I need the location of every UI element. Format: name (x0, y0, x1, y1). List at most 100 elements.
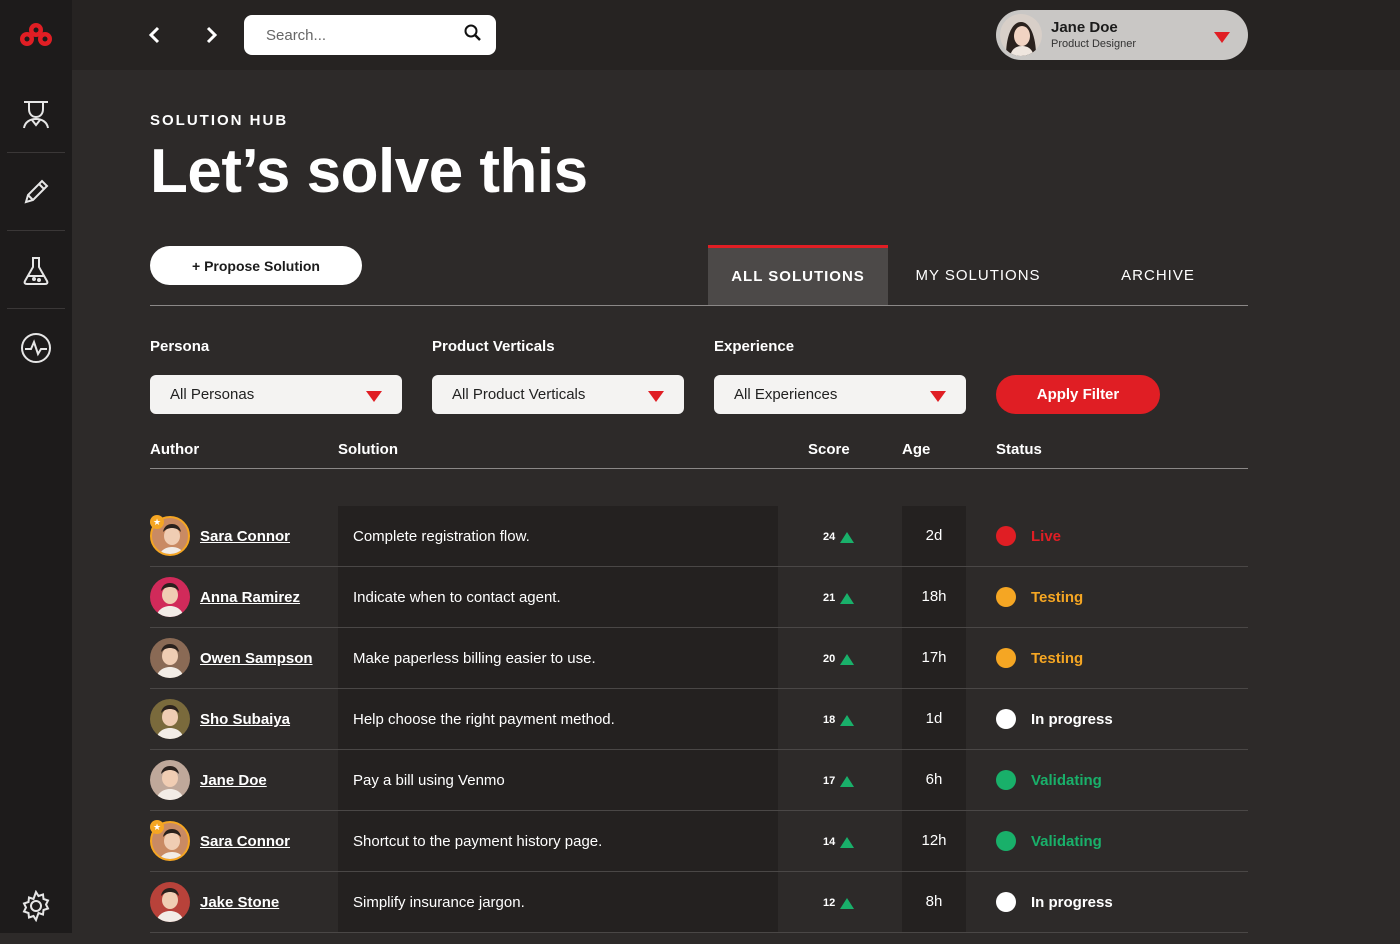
page-title: Let’s solve this (150, 137, 588, 206)
search-input[interactable] (264, 25, 464, 45)
tab-my-solutions[interactable]: MY SOLUTIONS (888, 245, 1068, 305)
user-menu[interactable]: Jane Doe Product Designer (996, 10, 1248, 60)
table-row[interactable]: Anna Ramirez Indicate when to contact age… (150, 567, 1248, 628)
divider (150, 305, 1248, 306)
chevron-down-icon (930, 389, 946, 406)
upvote-icon[interactable] (840, 531, 855, 543)
tab-archive[interactable]: ARCHIVE (1068, 245, 1248, 305)
author-link[interactable]: Sara Connor (200, 528, 290, 545)
solution-text: Indicate when to contact agent. (353, 589, 561, 606)
age-value: 2d (925, 527, 943, 544)
sidebar (0, 0, 72, 933)
experience-filter-label: Experience (714, 338, 795, 355)
score-value: 17 (823, 775, 836, 787)
table-row[interactable]: ★ Sara Connor Shortcut to the payment hist… (150, 811, 1248, 872)
score-cell: 12 (823, 897, 855, 909)
product-select-value: All Product Verticals (452, 386, 586, 403)
author-link[interactable]: Anna Ramirez (200, 589, 300, 606)
age-value: 8h (925, 893, 943, 910)
back-arrow-icon[interactable] (140, 20, 170, 50)
solution-text: Help choose the right payment method. (353, 711, 615, 728)
score-value: 24 (823, 531, 836, 543)
solution-text: Simplify insurance jargon. (353, 894, 525, 911)
pulse-icon[interactable] (0, 310, 72, 386)
column-header-solution[interactable]: Solution (338, 441, 398, 458)
score-cell: 18 (823, 714, 855, 726)
persona-filter-label: Persona (150, 338, 210, 355)
age-value: 17h (921, 649, 947, 666)
chevron-down-icon (648, 389, 664, 406)
avatar[interactable] (150, 577, 190, 617)
age-value: 1d (925, 710, 943, 727)
status-dot-icon (996, 526, 1016, 546)
forward-arrow-icon[interactable] (196, 20, 226, 50)
chevron-down-icon[interactable] (1214, 30, 1230, 48)
avatar[interactable] (150, 699, 190, 739)
persona-select[interactable]: All Personas (150, 375, 402, 414)
star-icon: ★ (150, 820, 164, 834)
avatar[interactable] (150, 882, 190, 922)
status-badge: In progress (1031, 894, 1113, 911)
score-cell: 17 (823, 775, 855, 787)
column-header-author[interactable]: Author (150, 441, 199, 458)
user-role: Product Designer (1051, 38, 1136, 50)
table-row[interactable]: Sho Subaiya Help choose the right payment… (150, 689, 1248, 750)
column-header-age[interactable]: Age (902, 441, 930, 458)
table-row[interactable]: ★ Sara Connor Complete registration flow. 2… (150, 506, 1248, 567)
column-header-score[interactable]: Score (808, 441, 850, 458)
column-header-status[interactable]: Status (996, 441, 1042, 458)
age-value: 6h (925, 771, 943, 788)
user-name: Jane Doe (1051, 19, 1118, 36)
status-badge: Live (1031, 528, 1062, 545)
star-icon: ★ (150, 515, 164, 529)
flask-icon[interactable] (0, 232, 72, 308)
solution-text: Shortcut to the payment history page. (353, 833, 603, 850)
product-filter-label: Product Verticals (432, 338, 555, 355)
status-dot-icon (996, 587, 1016, 607)
search-box (244, 15, 496, 55)
divider (150, 468, 1248, 469)
score-value: 12 (823, 897, 836, 909)
logo-icon[interactable] (0, 0, 72, 70)
upvote-icon[interactable] (840, 897, 855, 909)
upvote-icon[interactable] (840, 775, 855, 787)
author-link[interactable]: Jane Doe (200, 772, 267, 789)
score-value: 14 (823, 836, 836, 848)
score-value: 21 (823, 592, 836, 604)
status-badge: Validating (1031, 833, 1102, 850)
upvote-icon[interactable] (840, 653, 855, 665)
status-dot-icon (996, 770, 1016, 790)
author-link[interactable]: Sara Connor (200, 833, 290, 850)
search-icon[interactable] (464, 24, 482, 47)
chevron-down-icon (366, 389, 382, 406)
solution-text: Make paperless billing easier to use. (353, 650, 596, 667)
table-row[interactable]: Owen Sampson Make paperless billing easie… (150, 628, 1248, 689)
author-link[interactable]: Sho Subaiya (200, 711, 290, 728)
table-row[interactable]: Jane Doe Pay a bill using Venmo 17 6h Valida… (150, 750, 1248, 811)
author-link[interactable]: Owen Sampson (200, 650, 313, 667)
upvote-icon[interactable] (840, 714, 855, 726)
author-link[interactable]: Jake Stone (200, 894, 279, 911)
table-row[interactable]: Jake Stone Simplify insurance jargon. 12 8h… (150, 872, 1248, 933)
score-value: 18 (823, 714, 836, 726)
tab-all-solutions[interactable]: ALL SOLUTIONS (708, 245, 888, 305)
propose-solution-button[interactable]: + Propose Solution (150, 246, 362, 285)
persona-icon[interactable] (0, 76, 72, 152)
avatar (1000, 14, 1042, 56)
upvote-icon[interactable] (840, 592, 855, 604)
avatar[interactable] (150, 760, 190, 800)
avatar[interactable] (150, 638, 190, 678)
upvote-icon[interactable] (840, 836, 855, 848)
status-badge: In progress (1031, 711, 1113, 728)
experience-select[interactable]: All Experiences (714, 375, 966, 414)
status-badge: Validating (1031, 772, 1102, 789)
score-cell: 20 (823, 653, 855, 665)
apply-filter-button[interactable]: Apply Filter (996, 375, 1160, 414)
score-value: 20 (823, 653, 836, 665)
solution-text: Complete registration flow. (353, 528, 530, 545)
pencil-icon[interactable] (0, 154, 72, 230)
status-dot-icon (996, 892, 1016, 912)
persona-select-value: All Personas (170, 386, 255, 403)
product-vertical-select[interactable]: All Product Verticals (432, 375, 684, 414)
age-value: 12h (921, 832, 947, 849)
